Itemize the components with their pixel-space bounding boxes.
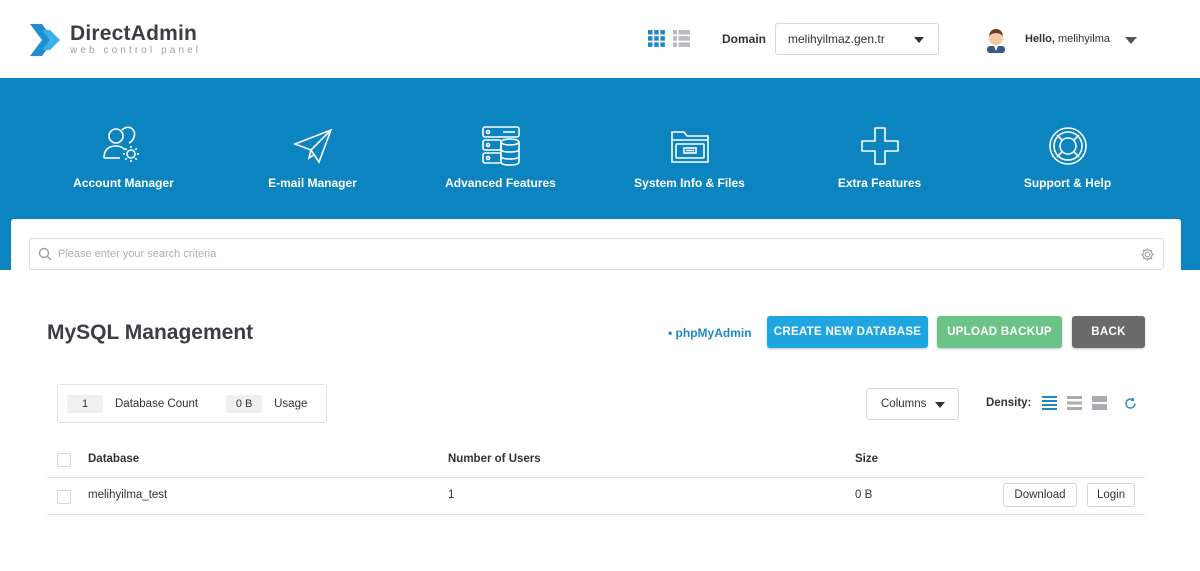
create-new-database-button[interactable]: CREATE NEW DATABASE [767,316,928,348]
database-name: melihyilma_test [88,489,168,501]
chevron-down-icon [914,37,924,43]
nav-label: System Info & Files [634,176,745,190]
search-bar[interactable] [29,238,1164,270]
database-count-value: 1 [67,394,103,413]
density-compact-icon[interactable] [1042,396,1057,410]
refresh-icon[interactable] [1124,397,1137,410]
lifebuoy-icon [1048,127,1087,165]
top-header: DirectAdmin web control panel Domain mel… [0,0,1200,78]
server-database-icon [481,126,520,166]
back-button[interactable]: BACK [1072,316,1145,348]
user-menu-chevron-icon[interactable] [1125,37,1137,44]
nav-label: Extra Features [837,176,922,190]
folder-icon [670,131,709,163]
nav-email-manager[interactable]: E-mail Manager [218,124,407,190]
table-row: melihyilma_test 1 0 B Download Login [47,478,1145,515]
columns-label: Columns [881,398,927,410]
databases-table: Database Number of Users Size melihyilma… [47,441,1145,515]
nav-label: Support & Help [1023,176,1112,190]
page-title: MySQL Management [47,321,254,344]
username: melihyilma [1058,33,1110,45]
number-of-users: 1 [448,489,455,501]
column-header-number-of-users[interactable]: Number of Users [448,453,541,465]
nav-advanced-features[interactable]: Advanced Features [406,124,595,190]
upload-backup-button[interactable]: UPLOAD BACKUP [937,316,1062,348]
logo-subtitle: web control panel [70,45,202,56]
database-count-label: Database Count [115,397,199,410]
row-checkbox[interactable] [57,490,71,504]
nav-system-info-files[interactable]: System Info & Files [595,124,784,190]
user-avatar-icon[interactable] [984,27,1008,53]
nav-label: Account Manager [73,176,174,190]
domain-select[interactable]: melihyilmaz.gen.tr [775,23,939,55]
nav-support-help[interactable]: Support & Help [973,124,1162,190]
directadmin-logo-icon [30,24,60,56]
table-header: Database Number of Users Size [47,441,1145,478]
paper-plane-icon [292,128,332,164]
density-comfortable-icon[interactable] [1092,396,1107,410]
database-size: 0 B [855,489,873,501]
search-icon [38,247,52,261]
nav-account-manager[interactable]: Account Manager [29,124,218,190]
nav-label: Advanced Features [445,176,556,190]
logo[interactable]: DirectAdmin web control panel [28,20,201,60]
phpmyadmin-link[interactable]: • phpMyAdmin [668,326,752,340]
search-input[interactable] [58,244,1128,264]
chevron-down-icon [935,402,945,408]
login-button[interactable]: Login [1087,483,1135,507]
density-label: Density: [986,397,1032,409]
usage-value: 0 B [226,394,263,413]
columns-dropdown[interactable]: Columns [866,388,959,420]
user-greeting[interactable]: Hello, melihyilma [1025,33,1110,45]
grid-view-icon[interactable] [648,30,665,47]
list-view-icon[interactable] [673,30,690,47]
gear-icon[interactable] [1140,247,1155,262]
nav-label: E-mail Manager [268,176,357,190]
select-all-checkbox[interactable] [57,453,71,467]
greeting-prefix: Hello, [1025,33,1055,45]
density-normal-icon[interactable] [1067,396,1082,410]
users-gear-icon [102,126,139,162]
database-stats: 1 Database Count 0 B Usage [57,384,327,423]
plus-icon [860,127,899,165]
logo-title: DirectAdmin [70,22,198,45]
column-header-size[interactable]: Size [855,453,878,465]
usage-label: Usage [274,397,308,410]
content-panel: MySQL Management • phpMyAdmin CREATE NEW… [11,219,1181,571]
download-button[interactable]: Download [1003,483,1077,507]
nav-extra-features[interactable]: Extra Features [785,124,974,190]
column-header-database[interactable]: Database [88,453,139,465]
domain-label: Domain [722,32,767,46]
domain-select-value: melihyilmaz.gen.tr [788,32,885,46]
